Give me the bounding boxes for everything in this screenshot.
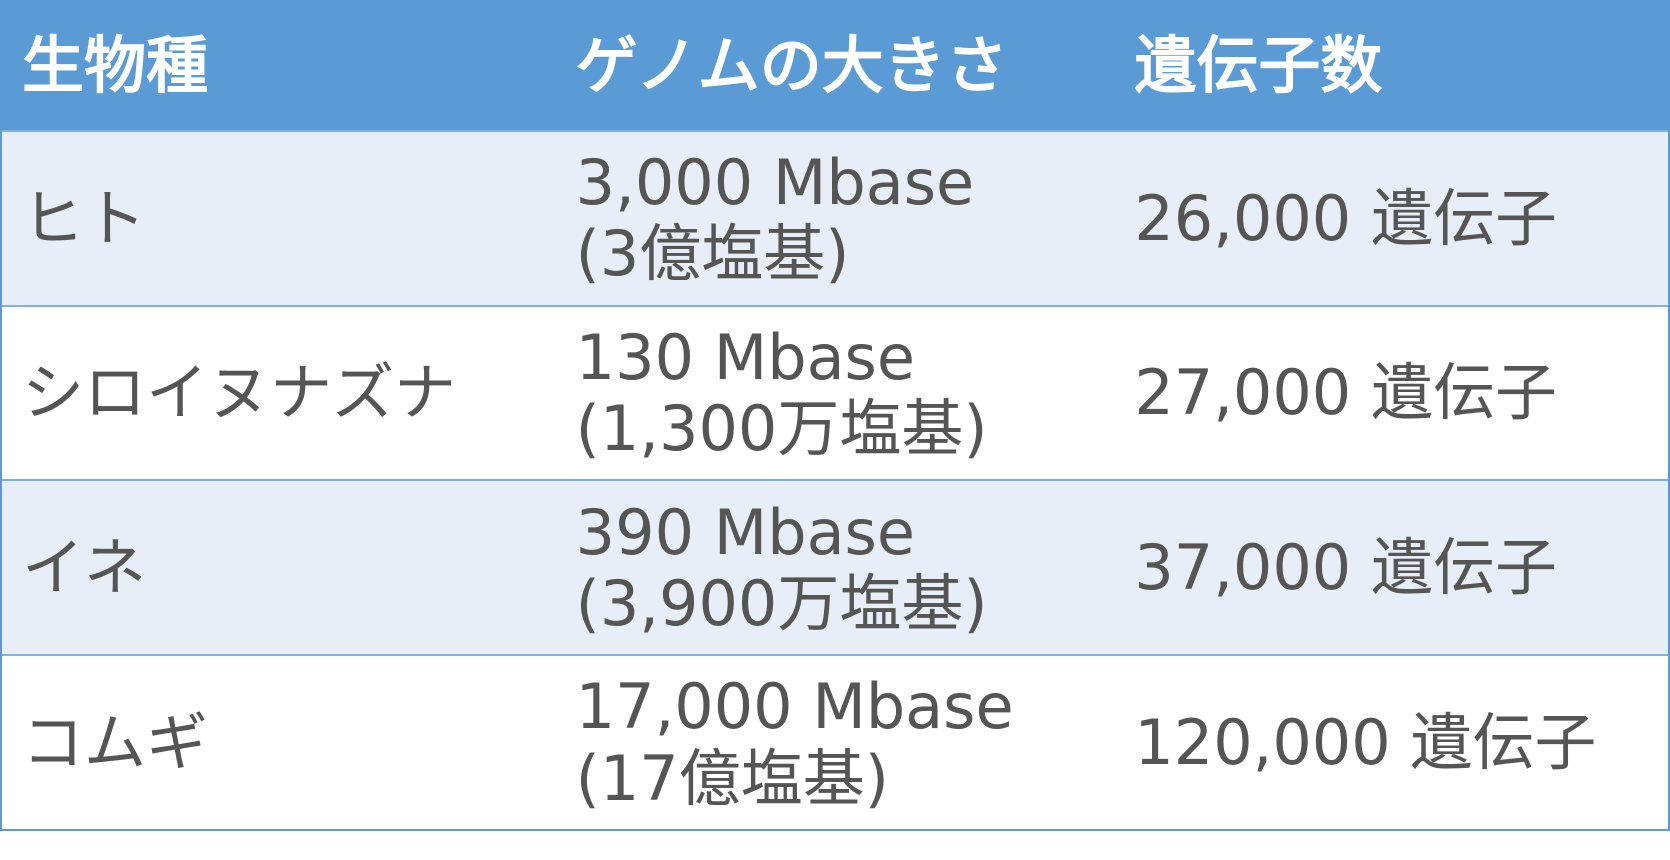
genome-size-bases: (3億塩基) xyxy=(575,217,850,291)
gene-count-cell: 26,000 遺伝子 xyxy=(1134,181,1557,255)
genome-size-mbase: 17,000 Mbase xyxy=(575,670,1014,744)
genome-size-mbase: 130 Mbase xyxy=(575,320,916,394)
species-cell: ヒト xyxy=(22,181,147,255)
gene-count-cell: 27,000 遺伝子 xyxy=(1134,356,1557,430)
table-row: イネ 390 Mbase (3,900万塩基) 37,000 遺伝子 xyxy=(2,479,1668,655)
genome-size-cell: 3,000 Mbase (3億塩基) xyxy=(561,147,1125,290)
table-row: コムギ 17,000 Mbase (17億塩基) 120,000 遺伝子 xyxy=(2,654,1668,829)
genome-size-cell: 390 Mbase (3,900万塩基) xyxy=(561,495,1125,640)
gene-count-cell: 120,000 遺伝子 xyxy=(1134,705,1597,779)
gene-count-cell: 37,000 遺伝子 xyxy=(1134,531,1557,605)
genome-size-cell: 130 Mbase (1,300万塩基) xyxy=(561,320,1125,466)
species-cell: コムギ xyxy=(22,705,209,779)
header-genome-size: ゲノムの大きさ xyxy=(575,29,1008,103)
header-species: 生物種 xyxy=(22,29,209,103)
genome-size-bases: (3,900万塩基) xyxy=(575,566,988,640)
genome-size-mbase: 3,000 Mbase xyxy=(575,145,975,219)
table-row: シロイヌナズナ 130 Mbase (1,300万塩基) 27,000 遺伝子 xyxy=(2,304,1668,480)
genome-size-mbase: 390 Mbase xyxy=(575,495,916,569)
genome-size-bases: (1,300万塩基) xyxy=(575,392,988,466)
genome-size-cell: 17,000 Mbase (17億塩基) xyxy=(561,671,1125,814)
species-cell: イネ xyxy=(22,531,147,605)
genome-size-bases: (17億塩基) xyxy=(575,741,889,815)
species-cell: シロイヌナズナ xyxy=(22,356,457,430)
header-gene-count: 遺伝子数 xyxy=(1134,29,1383,103)
genome-table: 生物種 ゲノムの大きさ 遺伝子数 ヒト 3,000 Mbase (3億塩基) 2… xyxy=(0,0,1670,831)
table-header-row: 生物種 ゲノムの大きさ 遺伝子数 xyxy=(2,2,1668,130)
table-row: ヒト 3,000 Mbase (3億塩基) 26,000 遺伝子 xyxy=(2,129,1668,305)
